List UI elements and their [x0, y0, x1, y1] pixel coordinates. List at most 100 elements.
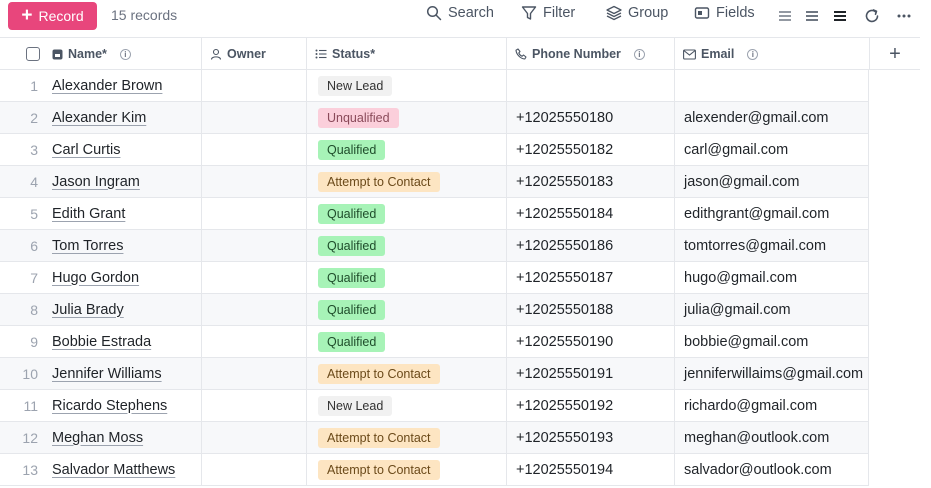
status-cell[interactable]: New Lead	[307, 70, 507, 101]
name-cell[interactable]: Bobbie Estrada	[44, 326, 202, 357]
select-all-checkbox[interactable]	[26, 47, 40, 61]
name-value[interactable]: Carl Curtis	[52, 142, 120, 158]
table-row[interactable]: 13 Salvador Matthews Attempt to Contact +12…	[0, 454, 869, 486]
name-value[interactable]: Jennifer Williams	[52, 366, 162, 382]
name-value[interactable]: Edith Grant	[52, 206, 125, 222]
status-cell[interactable]: Qualified	[307, 262, 507, 293]
info-icon[interactable]: i	[633, 48, 645, 60]
name-cell[interactable]: Meghan Moss	[44, 422, 202, 453]
email-cell[interactable]: jason@gmail.com	[675, 166, 869, 197]
owner-cell[interactable]	[202, 166, 307, 197]
owner-cell[interactable]	[202, 390, 307, 421]
table-row[interactable]: 9 Bobbie Estrada Qualified +12025550190 bobb…	[0, 326, 869, 358]
name-cell[interactable]: Alexander Brown	[44, 70, 202, 101]
phone-cell[interactable]: +12025550184	[507, 198, 675, 229]
column-header-name[interactable]: Name* i	[44, 38, 202, 70]
status-cell[interactable]: Attempt to Contact	[307, 454, 507, 485]
name-value[interactable]: Salvador Matthews	[52, 462, 175, 478]
email-cell[interactable]: tomtorres@gmail.com	[675, 230, 869, 261]
status-cell[interactable]: Qualified	[307, 326, 507, 357]
fields-button[interactable]: Fields	[694, 5, 755, 21]
owner-cell[interactable]	[202, 102, 307, 133]
status-cell[interactable]: Attempt to Contact	[307, 422, 507, 453]
owner-cell[interactable]	[202, 358, 307, 389]
group-button[interactable]: Group	[606, 5, 668, 21]
owner-cell[interactable]	[202, 230, 307, 261]
name-cell[interactable]: Jennifer Williams	[44, 358, 202, 389]
name-cell[interactable]: Alexander Kim	[44, 102, 202, 133]
column-header-owner[interactable]: Owner	[202, 38, 307, 70]
status-cell[interactable]: Qualified	[307, 294, 507, 325]
name-cell[interactable]: Ricardo Stephens	[44, 390, 202, 421]
name-value[interactable]: Hugo Gordon	[52, 270, 139, 286]
table-row[interactable]: 1 Alexander Brown New Lead	[0, 70, 869, 102]
table-row[interactable]: 8 Julia Brady Qualified +12025550188 julia@g…	[0, 294, 869, 326]
row-height-short-icon[interactable]	[776, 7, 794, 25]
owner-cell[interactable]	[202, 262, 307, 293]
email-cell[interactable]: edithgrant@gmail.com	[675, 198, 869, 229]
name-value[interactable]: Jason Ingram	[52, 174, 140, 190]
name-value[interactable]: Alexander Brown	[52, 78, 162, 94]
table-row[interactable]: 7 Hugo Gordon Qualified +12025550187 hugo@gm…	[0, 262, 869, 294]
phone-cell[interactable]: +12025550186	[507, 230, 675, 261]
email-cell[interactable]: julia@gmail.com	[675, 294, 869, 325]
name-value[interactable]: Ricardo Stephens	[52, 398, 167, 414]
status-cell[interactable]: Qualified	[307, 134, 507, 165]
name-cell[interactable]: Edith Grant	[44, 198, 202, 229]
phone-cell[interactable]: +12025550193	[507, 422, 675, 453]
email-cell[interactable]: salvador@outlook.com	[675, 454, 869, 485]
phone-cell[interactable]: +12025550192	[507, 390, 675, 421]
owner-cell[interactable]	[202, 454, 307, 485]
table-row[interactable]: 10 Jennifer Williams Attempt to Contact +12…	[0, 358, 869, 390]
row-height-tall-icon[interactable]	[831, 7, 849, 25]
info-icon[interactable]: i	[119, 48, 131, 60]
add-record-button[interactable]: + Record	[8, 2, 97, 30]
phone-cell[interactable]: +12025550194	[507, 454, 675, 485]
phone-cell[interactable]: +12025550187	[507, 262, 675, 293]
phone-cell[interactable]	[507, 70, 675, 101]
more-options-icon[interactable]	[895, 7, 913, 25]
name-value[interactable]: Alexander Kim	[52, 110, 146, 126]
column-header-phone[interactable]: Phone Number i	[507, 38, 675, 70]
column-header-status[interactable]: Status*	[307, 38, 507, 70]
name-cell[interactable]: Jason Ingram	[44, 166, 202, 197]
table-row[interactable]: 2 Alexander Kim Unqualified +12025550180 ale…	[0, 102, 869, 134]
status-cell[interactable]: Unqualified	[307, 102, 507, 133]
name-cell[interactable]: Hugo Gordon	[44, 262, 202, 293]
status-cell[interactable]: Attempt to Contact	[307, 166, 507, 197]
name-value[interactable]: Tom Torres	[52, 238, 123, 254]
phone-cell[interactable]: +12025550180	[507, 102, 675, 133]
email-cell[interactable]: richardo@gmail.com	[675, 390, 869, 421]
email-cell[interactable]: carl@gmail.com	[675, 134, 869, 165]
table-row[interactable]: 11 Ricardo Stephens New Lead +12025550192 ri…	[0, 390, 869, 422]
owner-cell[interactable]	[202, 294, 307, 325]
row-height-medium-icon[interactable]	[803, 7, 821, 25]
owner-cell[interactable]	[202, 198, 307, 229]
email-cell[interactable]: hugo@gmail.com	[675, 262, 869, 293]
name-cell[interactable]: Carl Curtis	[44, 134, 202, 165]
email-cell[interactable]	[675, 70, 869, 101]
filter-button[interactable]: Filter	[521, 5, 575, 21]
owner-cell[interactable]	[202, 70, 307, 101]
search-button[interactable]: Search	[426, 5, 494, 21]
phone-cell[interactable]: +12025550191	[507, 358, 675, 389]
table-row[interactable]: 6 Tom Torres Qualified +12025550186 tomtorre…	[0, 230, 869, 262]
add-column-button[interactable]: +	[870, 38, 920, 70]
email-cell[interactable]: jenniferwillaims@gmail.com	[675, 358, 869, 389]
name-cell[interactable]: Tom Torres	[44, 230, 202, 261]
table-row[interactable]: 5 Edith Grant Qualified +12025550184 edithgr…	[0, 198, 869, 230]
email-cell[interactable]: bobbie@gmail.com	[675, 326, 869, 357]
phone-cell[interactable]: +12025550188	[507, 294, 675, 325]
email-cell[interactable]: alexender@gmail.com	[675, 102, 869, 133]
table-row[interactable]: 3 Carl Curtis Qualified +12025550182 carl@gm…	[0, 134, 869, 166]
phone-cell[interactable]: +12025550182	[507, 134, 675, 165]
info-icon[interactable]: i	[747, 48, 759, 60]
table-row[interactable]: 12 Meghan Moss Attempt to Contact +12025550…	[0, 422, 869, 454]
status-cell[interactable]: New Lead	[307, 390, 507, 421]
phone-cell[interactable]: +12025550190	[507, 326, 675, 357]
owner-cell[interactable]	[202, 422, 307, 453]
table-row[interactable]: 4 Jason Ingram Attempt to Contact +12025550…	[0, 166, 869, 198]
owner-cell[interactable]	[202, 326, 307, 357]
status-cell[interactable]: Qualified	[307, 230, 507, 261]
name-value[interactable]: Bobbie Estrada	[52, 334, 151, 350]
